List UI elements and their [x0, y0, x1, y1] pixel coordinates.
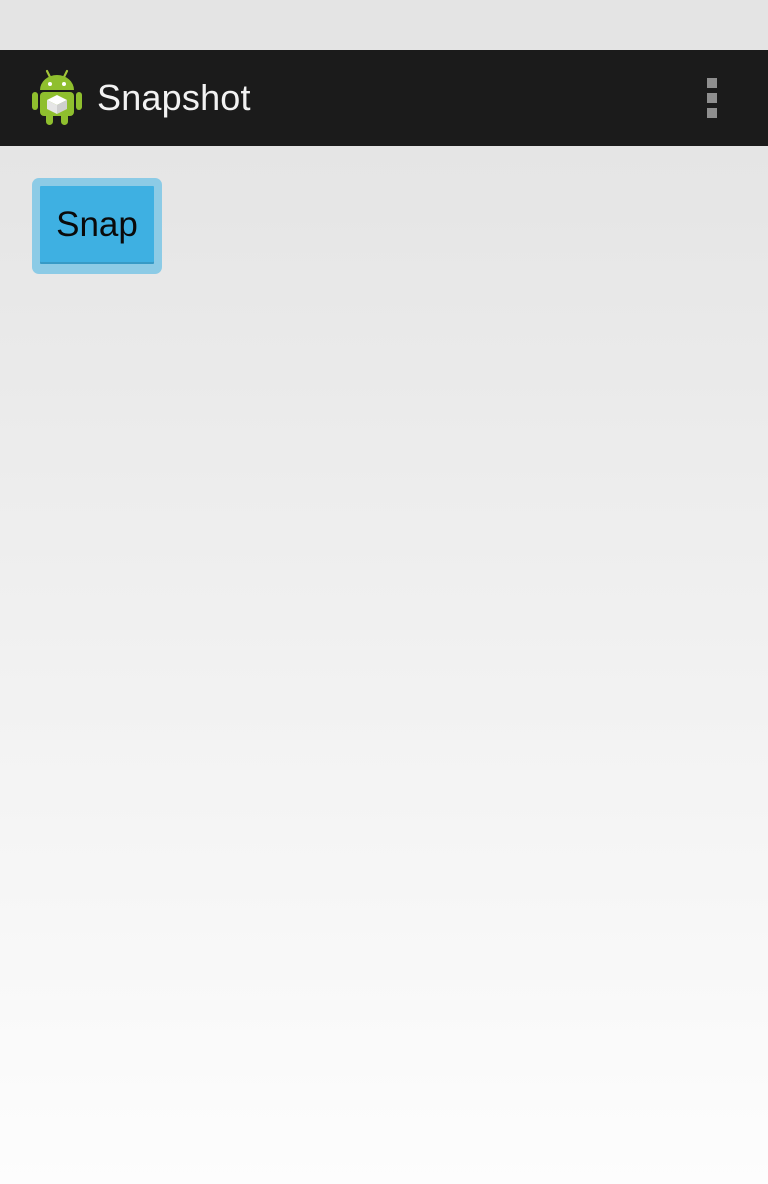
app-title: Snapshot	[97, 77, 251, 118]
overflow-menu-button[interactable]	[688, 68, 736, 128]
screen: Snapshot Snap	[0, 0, 768, 1184]
overflow-menu-icon	[707, 78, 717, 88]
content-area: Snap	[0, 146, 768, 1184]
overflow-menu-icon	[707, 108, 717, 118]
overflow-menu-icon	[707, 93, 717, 103]
snap-button[interactable]: Snap	[40, 186, 154, 264]
android-robot-icon	[30, 68, 84, 128]
status-bar	[0, 0, 768, 50]
snap-button-focus-ring: Snap	[32, 178, 162, 274]
action-bar: Snapshot	[0, 50, 768, 146]
